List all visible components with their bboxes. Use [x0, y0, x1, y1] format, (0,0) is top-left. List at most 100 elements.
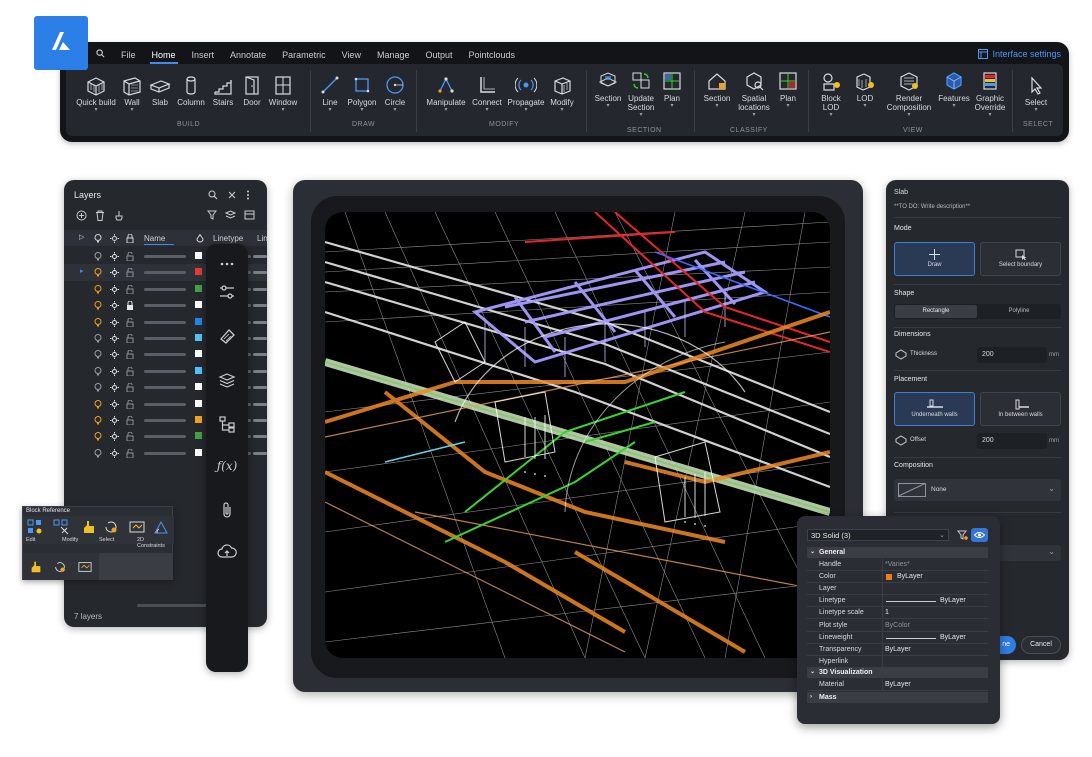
property-row[interactable]: Linetype scale 1	[807, 607, 988, 620]
propagate-button[interactable]: Propagate ▾	[506, 74, 546, 113]
constraints-icon[interactable]	[153, 519, 169, 535]
placement-underneath-button[interactable]: Underneath walls	[894, 392, 975, 426]
update-section-button[interactable]: Update Section ▾	[624, 70, 658, 118]
layer-color-swatch[interactable]	[195, 366, 202, 374]
sun-icon[interactable]	[110, 448, 119, 458]
layer-color-swatch[interactable]	[195, 383, 202, 391]
lock-open-icon[interactable]	[126, 317, 134, 327]
column-button[interactable]: Column	[174, 74, 208, 107]
property-row[interactable]: Linetype ByLayer	[807, 595, 988, 608]
property-row[interactable]: Color ByLayer	[807, 571, 988, 584]
bulb-icon[interactable]	[94, 350, 102, 359]
more-icon[interactable]	[217, 254, 237, 274]
menu-insert[interactable]: Insert	[184, 46, 223, 64]
sun-icon[interactable]	[110, 284, 119, 294]
lock-closed-icon[interactable]	[126, 301, 134, 311]
lock-open-icon[interactable]	[126, 252, 134, 261]
menu-annotate[interactable]: Annotate	[222, 46, 274, 64]
lock-open-icon[interactable]	[126, 383, 134, 393]
menu-view[interactable]: View	[334, 46, 369, 64]
sun-icon[interactable]	[110, 383, 119, 393]
wall-button[interactable]: Wall ▾	[118, 74, 146, 113]
hand-icon[interactable]	[29, 560, 43, 574]
attribute-icon[interactable]	[129, 519, 145, 535]
bulb-icon[interactable]	[94, 301, 102, 310]
lock-open-icon[interactable]	[126, 284, 134, 294]
layer-color-swatch[interactable]	[195, 399, 202, 407]
cloud-upload-icon[interactable]	[217, 542, 237, 562]
collapse-icon[interactable]	[227, 190, 237, 200]
shape-rectangle-option[interactable]: Rectangle	[895, 305, 977, 318]
attachment-icon[interactable]	[217, 500, 237, 520]
sun-icon[interactable]	[110, 301, 119, 311]
plan-classify-button[interactable]: Plan ▾	[774, 70, 802, 109]
menu-search-icon[interactable]	[88, 46, 113, 64]
placement-between-button[interactable]: In between walls	[980, 392, 1061, 426]
lineweight-column-header[interactable]: Lin	[257, 234, 267, 243]
mode-select-boundary-button[interactable]: Select boundary	[980, 242, 1061, 276]
bulb-icon[interactable]	[94, 432, 102, 441]
lock-open-icon[interactable]	[126, 416, 134, 425]
add-layer-icon[interactable]	[76, 210, 87, 221]
property-row[interactable]: Layer	[807, 583, 988, 596]
lod-button[interactable]: LOD ▾	[848, 70, 882, 109]
lock-open-icon[interactable]	[126, 334, 134, 343]
layers-stack-icon[interactable]	[217, 370, 237, 390]
menu-output[interactable]: Output	[417, 46, 460, 64]
cancel-button[interactable]: Cancel	[1021, 636, 1061, 654]
sun-icon[interactable]	[110, 350, 119, 360]
circle-button[interactable]: Circle ▾	[380, 74, 410, 113]
spatial-locations-button[interactable]: Spatial locations ▾	[734, 70, 774, 118]
layer-color-swatch[interactable]	[195, 284, 202, 292]
bulb-icon[interactable]	[94, 399, 102, 409]
modify-block-icon[interactable]	[53, 519, 69, 535]
sun-icon[interactable]	[110, 334, 119, 343]
connect-button[interactable]: Connect ▾	[468, 74, 506, 113]
section-classify-button[interactable]: Section ▾	[700, 70, 734, 109]
rotate-block-icon[interactable]	[103, 519, 119, 535]
select-button[interactable]: Select ▾	[1018, 74, 1054, 113]
sun-icon[interactable]	[110, 252, 119, 261]
lock-open-icon[interactable]	[126, 268, 134, 278]
menu-pointclouds[interactable]: Pointclouds	[461, 46, 524, 64]
block-lod-button[interactable]: Block LOD ▾	[814, 70, 848, 118]
manipulate-button[interactable]: Manipulate ▾	[424, 74, 468, 113]
layer-states-icon[interactable]	[225, 210, 236, 220]
layer-settings-icon[interactable]	[244, 210, 255, 220]
layer-color-swatch[interactable]	[195, 432, 202, 440]
menu-parametric[interactable]: Parametric	[274, 46, 334, 64]
visibility-toggle[interactable]	[971, 528, 988, 542]
features-button[interactable]: Features ▾	[936, 70, 972, 109]
visualization-group[interactable]: ⌄ 3D Visualization	[807, 667, 988, 678]
offset-input[interactable]: 200	[977, 433, 1047, 449]
property-row[interactable]: Plot style ByColor	[807, 619, 988, 632]
material-row[interactable]: Material ByLayer	[807, 679, 988, 691]
quick-select-icon[interactable]	[957, 530, 968, 541]
polygon-button[interactable]: Polygon ▾	[344, 74, 380, 113]
more-menu-icon[interactable]	[246, 190, 250, 200]
linetype-column-header[interactable]: Linetype	[213, 234, 243, 243]
sun-icon[interactable]	[110, 317, 119, 327]
window-button[interactable]: Window ▾	[266, 74, 300, 113]
bulb-icon[interactable]	[94, 448, 102, 458]
lock-open-icon[interactable]	[126, 399, 134, 409]
render-composition-button[interactable]: Render Composition ▾	[882, 70, 936, 118]
name-column-header[interactable]: Name	[144, 234, 165, 243]
layer-color-swatch[interactable]	[195, 317, 202, 325]
layer-color-swatch[interactable]	[195, 350, 202, 358]
bulb-icon[interactable]	[94, 334, 102, 343]
search-icon[interactable]	[208, 190, 218, 200]
menu-home[interactable]: Home	[144, 46, 184, 64]
property-row[interactable]: Transparency ByLayer	[807, 643, 988, 656]
layer-color-swatch[interactable]	[195, 448, 202, 456]
bulb-icon[interactable]	[94, 317, 102, 327]
sun-icon[interactable]	[110, 416, 119, 425]
property-row[interactable]: Lineweight ByLayer	[807, 631, 988, 644]
modify-button[interactable]: Modify ▾	[546, 74, 578, 113]
selection-dropdown[interactable]: 3D Solid (3) ⌄	[807, 529, 949, 541]
delete-icon[interactable]	[95, 210, 105, 221]
material-icon[interactable]	[217, 326, 237, 346]
mode-draw-button[interactable]: Draw	[894, 242, 975, 276]
thickness-input[interactable]: 200	[977, 347, 1047, 363]
menu-file[interactable]: File	[113, 46, 144, 64]
